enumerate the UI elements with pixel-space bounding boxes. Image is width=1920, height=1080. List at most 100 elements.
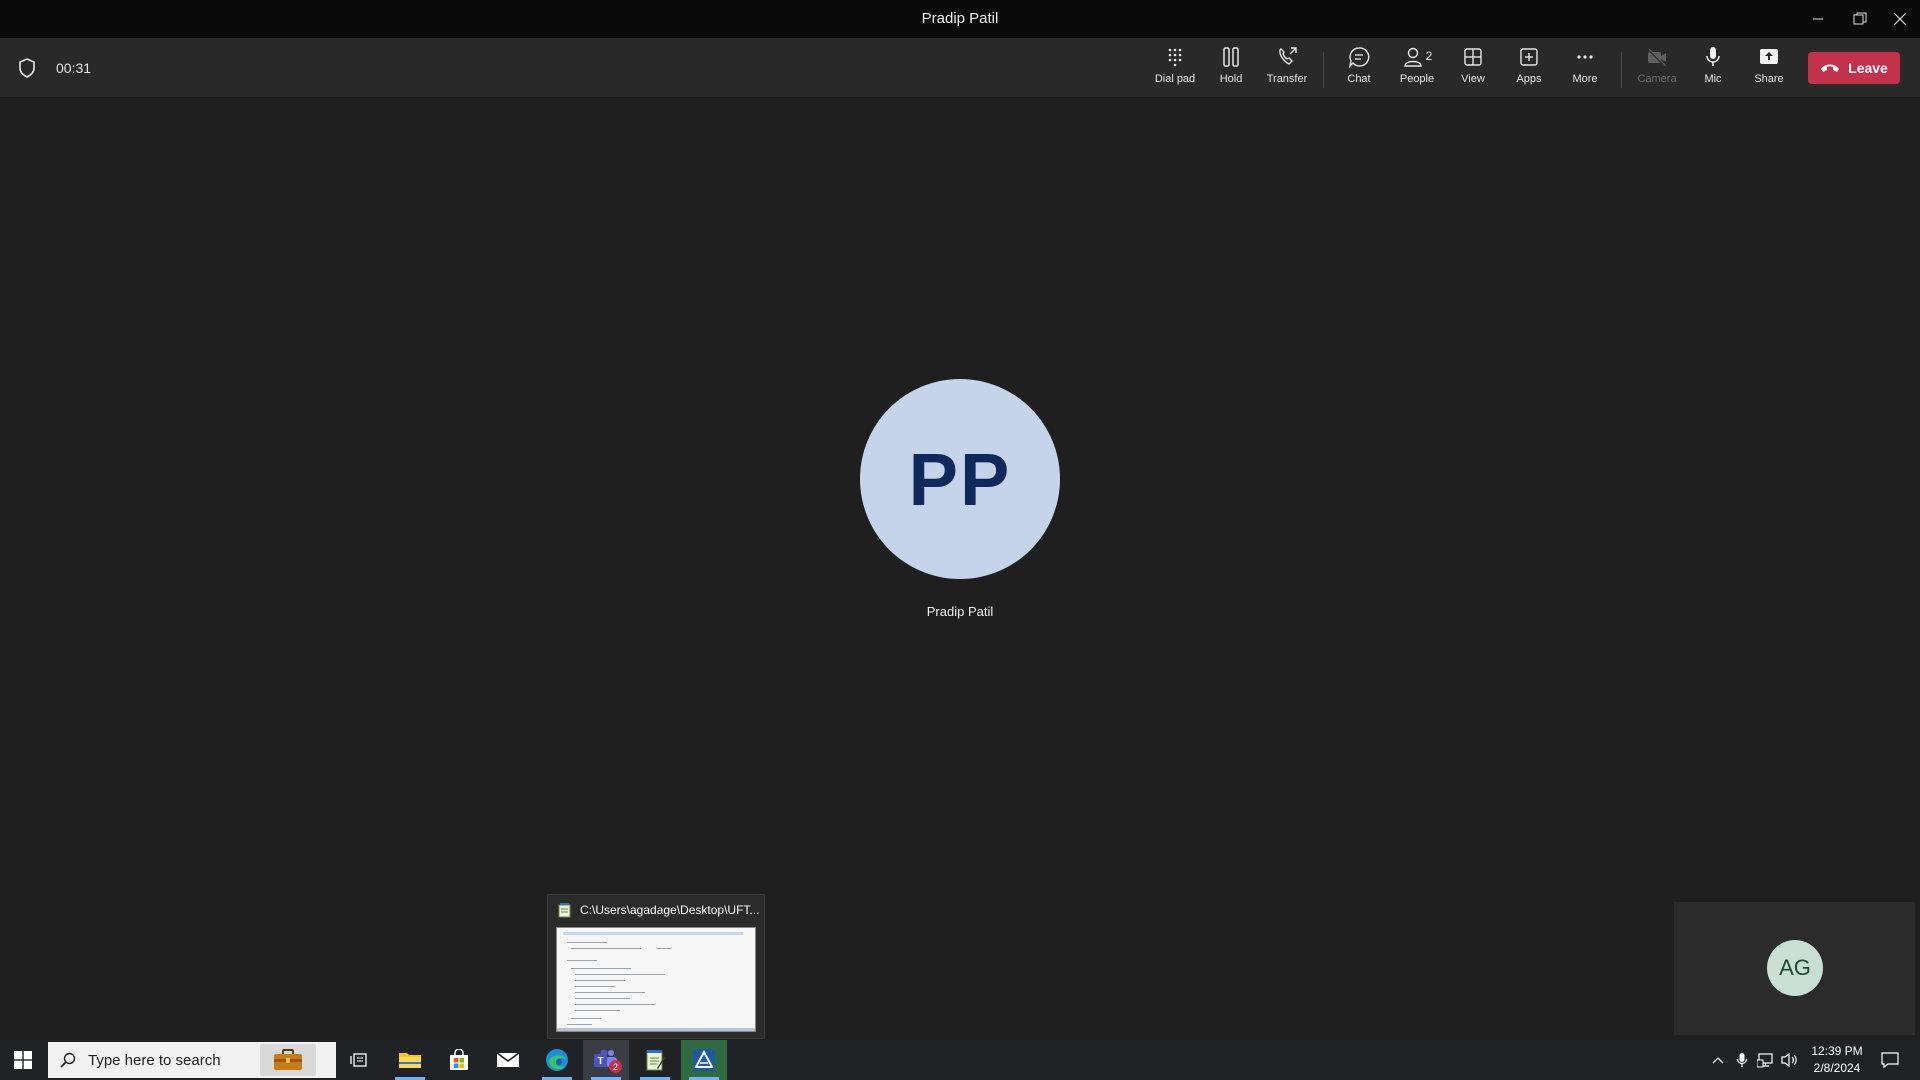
teams-notification-badge: 2 [609,1060,622,1073]
briefcase-icon [274,1049,302,1070]
minimize-button[interactable] [1798,0,1838,38]
svg-text:T: T [597,1056,603,1067]
taskbar: Type here to search T 2 12:39 PM 2/8/202… [0,1040,1920,1080]
folder-icon [399,1053,421,1068]
task-view-icon [350,1053,367,1067]
thumb-line [575,986,615,987]
hold-button[interactable]: Hold [1203,46,1259,92]
leave-button[interactable]: Leave [1808,52,1900,84]
microsoft-store-button[interactable] [436,1040,482,1080]
chat-button[interactable]: Chat [1331,46,1387,92]
taskbar-search-box[interactable]: Type here to search [48,1042,336,1078]
thumb-menu-line [563,932,743,935]
participant-name: Pradip Patil [926,604,994,619]
self-view-tile[interactable]: AG [1674,902,1915,1035]
title-bar: Pradip Patil [0,0,1920,38]
search-icon [60,1052,76,1068]
mic-label: Mic [1704,73,1722,85]
camera-label: Camera [1637,73,1677,85]
people-icon-group: 2 [1402,46,1433,68]
more-options-icon [1577,55,1593,59]
thumb-line [575,980,625,981]
call-timer: 00:31 [56,60,92,76]
phone-transfer-icon [1279,47,1297,65]
thumb-scrollbar [557,1028,755,1031]
toolbar-divider [1621,52,1622,88]
call-toolbar: 00:31 Dial pad Hold Transfer Chat 2 Peop… [0,38,1920,98]
thumb-line [575,992,645,993]
mail-button[interactable] [485,1040,531,1080]
mail-icon [496,1052,520,1067]
preview-title: C:\Users\agadage\Desktop\UFT... [580,903,760,917]
app-triangle-icon [693,1049,715,1071]
thumb-line [567,960,597,961]
view-label: View [1461,73,1485,85]
thumb-line [571,948,641,949]
toolbar-divider [1323,52,1324,88]
edge-browser-icon [546,1049,568,1071]
microphone-icon [1736,1053,1748,1067]
notepad-icon [646,1050,665,1071]
notepad-icon [558,903,571,918]
task-view-button[interactable] [336,1040,382,1080]
apps-label: Apps [1516,73,1542,85]
teams-button[interactable]: T 2 [583,1040,629,1080]
notification-icon [1881,1052,1899,1069]
self-avatar: AG [1767,940,1823,996]
apps-button[interactable]: Apps [1501,46,1557,92]
chat-icon [1348,47,1370,68]
taskbar-preview-popup[interactable]: C:\Users\agadage\Desktop\UFT... [547,894,765,1039]
chevron-up-icon [1712,1057,1724,1064]
mic-button[interactable]: Mic [1685,46,1741,92]
people-label: People [1399,73,1435,85]
thumb-line [567,1024,592,1025]
people-icon [1403,47,1422,67]
more-label: More [1572,73,1598,85]
taskbar-clock[interactable]: 12:39 PM 2/8/2024 [1806,1043,1868,1077]
tray-volume[interactable] [1778,1040,1802,1080]
tray-microphone[interactable] [1730,1040,1754,1080]
network-icon [1757,1053,1773,1068]
tray-network[interactable] [1754,1040,1778,1080]
view-button[interactable]: View [1445,46,1501,92]
transfer-label: Transfer [1266,73,1308,85]
more-button[interactable]: More [1557,46,1613,92]
participant-avatar: PP [860,379,1060,579]
share-button[interactable]: Share [1741,46,1797,92]
chat-label: Chat [1347,73,1371,85]
restore-button[interactable] [1840,0,1880,38]
preview-thumbnail[interactable] [556,927,756,1032]
dial-pad-button[interactable]: Dial pad [1147,46,1203,92]
clock-date: 2/8/2024 [1813,1061,1861,1075]
search-placeholder: Type here to search [88,1052,221,1069]
hang-up-icon [1821,64,1840,72]
people-button[interactable]: 2 People [1389,46,1445,92]
grid-view-icon [1464,48,1482,66]
app-button[interactable] [681,1040,727,1080]
action-center-button[interactable] [1870,1040,1910,1080]
pause-icon [1223,47,1239,67]
transfer-button[interactable]: Transfer [1259,46,1315,92]
edge-button[interactable] [534,1040,580,1080]
camera-off-icon [1647,48,1667,67]
search-highlight[interactable] [260,1044,316,1076]
speaker-icon [1781,1052,1797,1068]
minimize-icon [1813,18,1823,20]
close-button[interactable] [1880,0,1920,38]
notepad-button[interactable] [632,1040,678,1080]
thumb-line [571,968,631,969]
camera-button[interactable]: Camera [1629,46,1685,92]
show-hidden-icons-button[interactable] [1706,1040,1730,1080]
start-button[interactable] [0,1040,46,1080]
thumb-line [567,942,607,943]
thumb-line [575,1004,655,1005]
dial-pad-icon [1168,48,1182,67]
thumb-line [571,1018,601,1019]
shield-icon [19,58,35,78]
share-label: Share [1754,73,1784,85]
clock-time: 12:39 PM [1811,1044,1863,1058]
file-explorer-button[interactable] [387,1040,433,1080]
leave-label: Leave [1848,60,1888,76]
hold-label: Hold [1219,73,1243,85]
people-count: 2 [1425,49,1433,63]
